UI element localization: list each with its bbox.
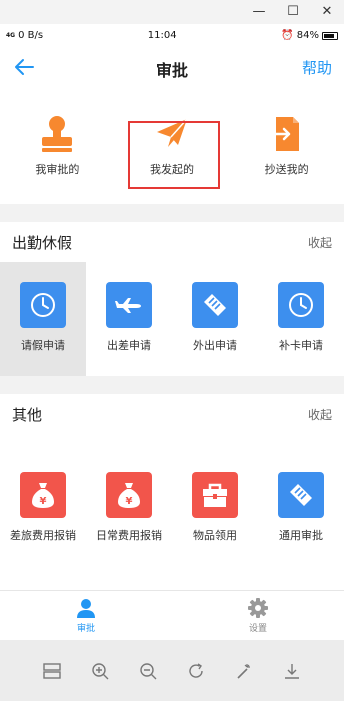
alarm-icon: ⏰: [281, 30, 294, 41]
section-divider: [0, 376, 344, 394]
svg-text:¥: ¥: [126, 496, 133, 507]
layout-toggle-icon[interactable]: [40, 659, 64, 683]
battery-icon: [321, 31, 338, 40]
money-bag-icon: ¥: [106, 472, 152, 518]
shortcut-label: 我审批的: [35, 163, 80, 176]
collapse-button[interactable]: 收起: [308, 406, 332, 423]
general-approval-item[interactable]: 通用审批: [258, 434, 344, 569]
download-icon[interactable]: [280, 659, 304, 683]
tab-approval[interactable]: 审批: [0, 591, 172, 640]
magic-wand-icon[interactable]: [232, 659, 256, 683]
section-title: 其他: [12, 405, 43, 424]
page-title: 审批: [155, 61, 188, 80]
svg-text:¥: ¥: [40, 496, 47, 507]
help-button[interactable]: 帮助: [302, 57, 332, 78]
section-header-attendance: 出勤休假 收起: [0, 222, 344, 262]
zoom-in-icon[interactable]: [88, 659, 112, 683]
clock-icon: [278, 282, 324, 328]
travel-expense-item[interactable]: ¥ 差旅费用报销: [0, 434, 86, 569]
item-label: 日常费用报销: [96, 529, 162, 542]
section-header-other: 其他 收起: [0, 394, 344, 434]
status-bar: 4G 0 B/s 11:04 ⏰ 84%: [0, 24, 344, 47]
minimize-button[interactable]: —: [244, 2, 274, 22]
toolbox-icon: [192, 472, 238, 518]
daily-expense-item[interactable]: ¥ 日常费用报销: [86, 434, 172, 569]
shortcut-my-approvals[interactable]: 我审批的: [9, 115, 105, 177]
shortcut-label: 抄送我的: [264, 163, 309, 176]
handshake-icon: [192, 282, 238, 328]
item-label: 差旅费用报销: [10, 529, 76, 542]
clock-in-correction-item[interactable]: 补卡申请: [258, 262, 344, 376]
section-title: 出勤休假: [12, 233, 73, 252]
rotate-icon[interactable]: [184, 659, 208, 683]
zoom-out-icon[interactable]: [136, 659, 160, 683]
phone-screen: 4G 0 B/s 11:04 ⏰ 84% 审批 帮助 我审批的 我发起的 抄送我…: [0, 24, 344, 701]
leave-request-item[interactable]: 请假申请: [0, 262, 86, 376]
collapse-button[interactable]: 收起: [308, 234, 332, 251]
item-label: 补卡申请: [279, 339, 323, 352]
maximize-button[interactable]: ☐: [278, 2, 308, 22]
business-trip-item[interactable]: 出差申请: [86, 262, 172, 376]
item-requisition-item[interactable]: 物品领用: [172, 434, 258, 569]
close-button[interactable]: ✕: [312, 2, 342, 22]
signal-icon: 4G: [6, 31, 16, 39]
item-label: 物品领用: [193, 529, 237, 542]
window-titlebar: — ☐ ✕: [0, 0, 344, 24]
navigation-bar: 审批 帮助: [0, 47, 344, 89]
highlight-annotation-box: [128, 121, 220, 189]
handshake-icon: [278, 472, 324, 518]
bottom-tab-bar: 审批 设置: [0, 590, 344, 640]
battery-percent: 84%: [296, 30, 319, 41]
section-divider: [0, 204, 344, 222]
tab-label: 设置: [248, 624, 267, 634]
cc-document-icon: [270, 117, 299, 151]
gear-icon: [248, 598, 268, 618]
attendance-grid: 请假申请 出差申请 外出申请 补卡申请: [0, 262, 344, 376]
shortcut-cc-to-me[interactable]: 抄送我的: [239, 115, 335, 177]
stamp-icon: [42, 116, 73, 152]
airplane-icon: [106, 282, 152, 328]
item-label: 外出申请: [193, 339, 237, 352]
tab-settings[interactable]: 设置: [172, 591, 344, 640]
item-label: 请假申请: [21, 339, 65, 352]
item-label: 出差申请: [107, 339, 151, 352]
money-bag-icon: ¥: [20, 472, 66, 518]
image-viewer-toolbar: [0, 640, 344, 701]
outing-request-item[interactable]: 外出申请: [172, 262, 258, 376]
other-grid: ¥ 差旅费用报销 ¥ 日常费用报销 物品领用 通用审批: [0, 434, 344, 569]
person-icon: [77, 599, 95, 618]
item-label: 通用审批: [279, 529, 323, 542]
clock-icon: [20, 282, 66, 328]
clock-time: 11:04: [147, 30, 177, 41]
tab-label: 审批: [76, 624, 95, 634]
network-speed: 0 B/s: [18, 30, 44, 41]
